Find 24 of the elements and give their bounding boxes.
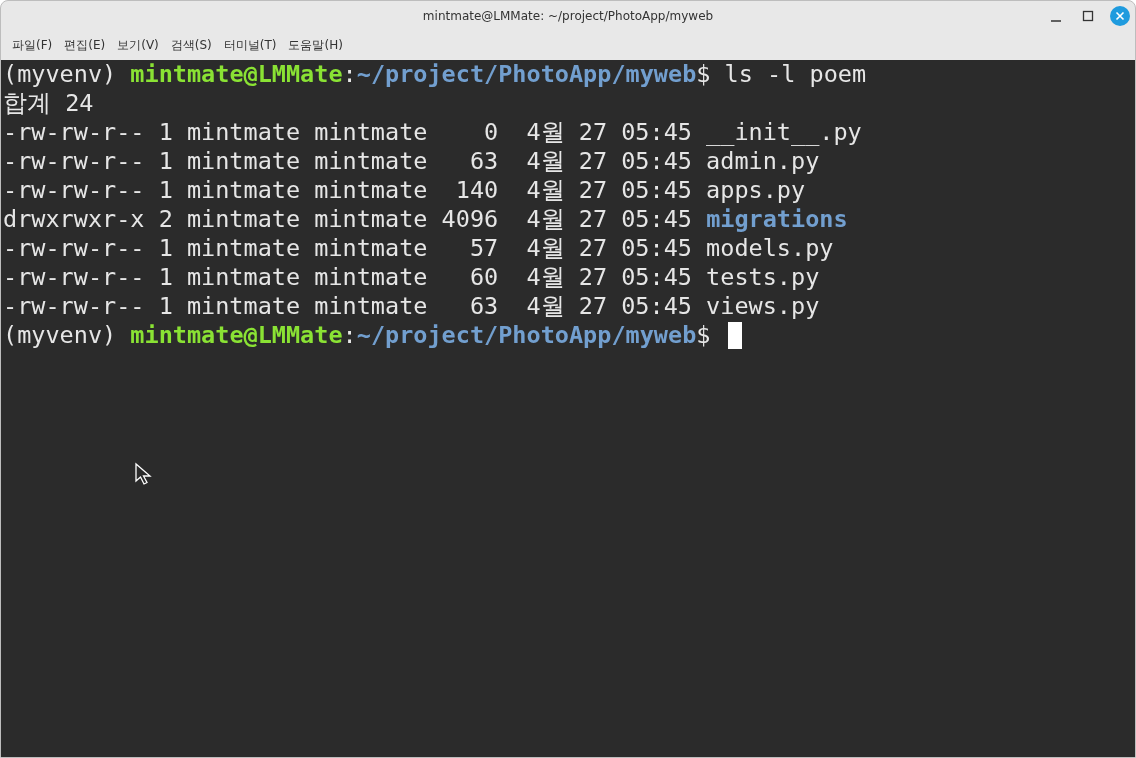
- menu-item[interactable]: 편집(E): [59, 34, 111, 56]
- terminal-line: drwxrwxr-x 2 mintmate mintmate 4096 4월 27 05:45 migrations: [3, 205, 848, 234]
- terminal-line: (myvenv) mintmate@LMMate:~/project/PhotoApp/myweb$ ls -l poem: [3, 60, 867, 89]
- menu-item[interactable]: 도움말(H): [283, 34, 348, 56]
- menu-item[interactable]: 보기(V): [112, 34, 164, 56]
- terminal-area[interactable]: [1, 60, 1135, 757]
- text-cursor: [727, 322, 742, 349]
- menu-item[interactable]: 검색(S): [165, 34, 217, 56]
- terminal-line: (myvenv) mintmate@LMMate:~/project/PhotoApp/myweb$: [3, 321, 742, 350]
- terminal-line: -rw-rw-r-- 1 mintmate mintmate 0 4월 27 05:45 __init__.py: [3, 118, 862, 147]
- terminal-line: -rw-rw-r-- 1 mintmate mintmate 63 4월 27 05:45 views.py: [3, 292, 820, 321]
- terminal-line: 합계 24: [3, 89, 94, 118]
- menu-item[interactable]: 터미널(T): [218, 34, 282, 56]
- mouse-pointer-icon: [134, 462, 152, 486]
- terminal-line: -rw-rw-r-- 1 mintmate mintmate 60 4월 27 05:45 tests.py: [3, 263, 820, 292]
- maximize-icon: [1082, 10, 1094, 22]
- close-button[interactable]: [1109, 5, 1131, 27]
- terminal-line: -rw-rw-r-- 1 mintmate mintmate 140 4월 27 05:45 apps.py: [3, 176, 806, 205]
- terminal-line: -rw-rw-r-- 1 mintmate mintmate 63 4월 27 05:45 admin.py: [3, 147, 820, 176]
- terminal-line: -rw-rw-r-- 1 mintmate mintmate 57 4월 27 05:45 models.py: [3, 234, 834, 263]
- window-title: mintmate@LMMate: ~/project/PhotoApp/myweb: [422, 8, 714, 25]
- close-icon: [1110, 6, 1130, 26]
- minimize-icon: [1051, 20, 1061, 22]
- menu-item[interactable]: 파일(F): [7, 34, 58, 56]
